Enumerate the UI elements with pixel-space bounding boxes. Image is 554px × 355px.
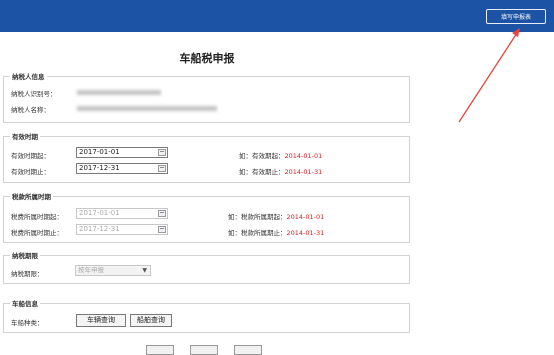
tax-period-start-label: 税费所属时期起： [11,213,63,221]
taxpayer-id-label: 纳税人识别号： [11,90,57,98]
validity-period-section: 有效时期 有效时期起： 2017-01-01 如：有效期起：2014-01-01… [3,131,410,183]
tax-period-start-input[interactable]: 2017-01-01 [76,208,168,219]
validity-end-input[interactable]: 2017-12-31 [76,163,168,174]
filing-period-select[interactable]: 按年申报 ▼ [75,265,151,276]
vessel-info-section: 车船信息 车船种类： 车辆查询 船舶查询 [3,298,410,333]
tax-period-section: 税款所属时期 税费所属时期起： 2017-01-01 如：税款所属期起：2014… [3,191,410,243]
taxpayer-info-section: 纳税人信息 纳税人识别号： 纳税人名称： [3,71,410,123]
taxpayer-name-label: 纳税人名称： [11,106,50,114]
tax-period-end-hint: 如：税款所属期止：2014-01-31 [228,229,325,237]
page-title: 车船税申报 [179,52,235,65]
validity-start-label: 有效时期起： [11,152,50,160]
vessel-type-label: 车船种类： [11,319,44,327]
bottom-button-3[interactable] [234,345,262,355]
chevron-down-icon: ▼ [142,267,147,274]
tax-period-end-label: 税费所属时期止： [11,229,63,237]
validity-start-input[interactable]: 2017-01-01 [76,147,168,158]
bottom-button-2[interactable] [190,345,218,355]
calendar-icon[interactable] [158,226,166,233]
tax-period-legend: 税款所属时期 [10,191,53,201]
taxpayer-id-value-redacted [77,90,161,95]
tax-period-start-hint: 如：税款所属期起：2014-01-01 [228,213,325,221]
filing-period-label: 纳税期限： [11,270,44,278]
filing-period-selected: 按年申报 [78,266,104,274]
validity-period-legend: 有效时期 [10,131,40,141]
vehicle-query-button[interactable]: 车辆查询 [76,314,126,327]
tax-period-end-input[interactable]: 2017-12-31 [76,224,168,235]
taxpayer-name-value-redacted [77,106,217,111]
filing-period-section: 纳税期限 纳税期限： 按年申报 ▼ [3,250,410,284]
ship-query-button[interactable]: 船舶查询 [130,314,172,327]
validity-end-hint: 如：有效期止：2014-01-31 [239,168,323,176]
taxpayer-info-legend: 纳税人信息 [10,71,47,81]
validity-end-label: 有效时期止： [11,168,50,176]
validity-start-hint: 如：有效期起：2014-01-01 [239,152,323,160]
calendar-icon[interactable] [158,210,166,217]
filing-period-legend: 纳税期限 [10,250,40,260]
vessel-info-legend: 车船信息 [10,298,40,308]
calendar-icon[interactable] [158,165,166,172]
calendar-icon[interactable] [158,149,166,156]
bottom-button-1[interactable] [146,345,174,355]
